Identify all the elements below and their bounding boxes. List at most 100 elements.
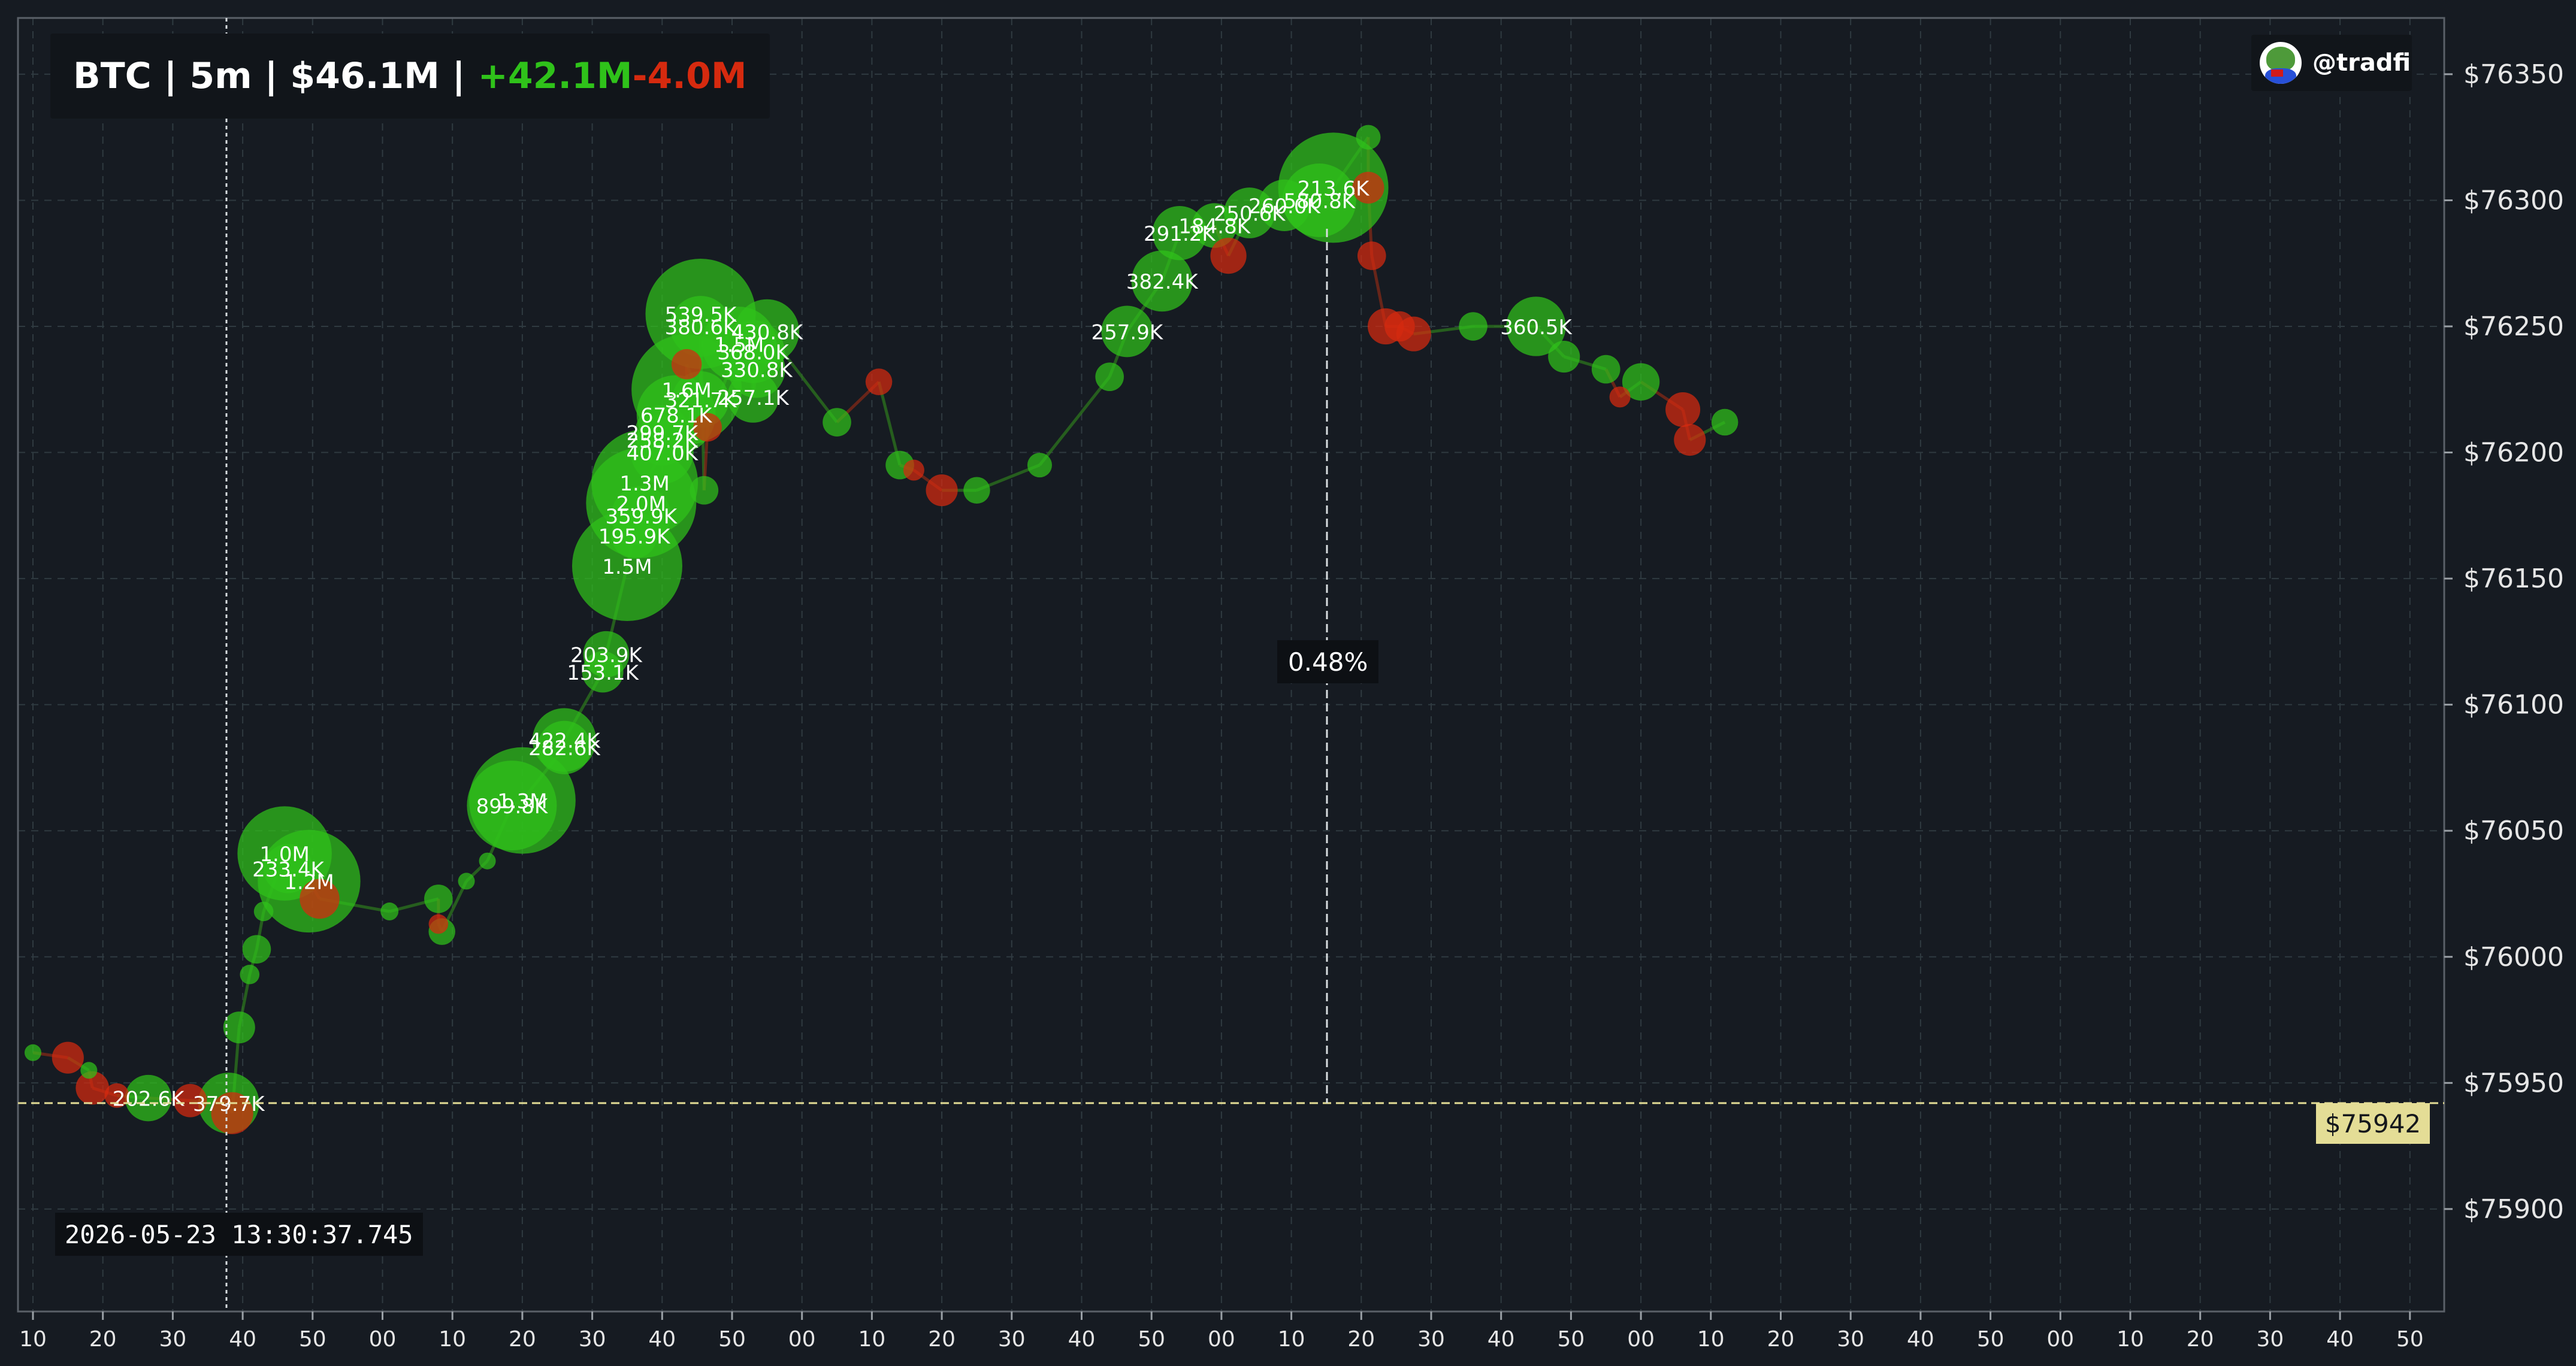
y-tick-label: $75950 bbox=[2463, 1068, 2564, 1098]
buy-trade-bubble bbox=[380, 902, 399, 920]
cursor-percent-change: 0.48% bbox=[1277, 640, 1379, 683]
bubble-size-label: 1.5M bbox=[602, 555, 652, 579]
y-tick-label: $76350 bbox=[2463, 59, 2564, 90]
cursor-timestamp: 2026-05-23 13:30:37.745 bbox=[55, 1213, 423, 1256]
x-tick-label: 00 bbox=[1208, 1327, 1235, 1352]
x-tick-label: 30 bbox=[2256, 1327, 2284, 1352]
x-tick-label: 40 bbox=[2326, 1327, 2354, 1352]
x-tick-label: 10 bbox=[2117, 1327, 2144, 1352]
y-tick-label: $76100 bbox=[2463, 690, 2564, 720]
x-tick-label: 10 bbox=[439, 1327, 466, 1352]
x-tick-label: 50 bbox=[1977, 1327, 2004, 1352]
x-tick-label: 10 bbox=[858, 1327, 885, 1352]
brand-badge[interactable]: @tradfi bbox=[2251, 35, 2412, 91]
x-tick-label: 50 bbox=[299, 1327, 326, 1352]
x-tick-label: 50 bbox=[1557, 1327, 1585, 1352]
buy-trade-bubble bbox=[823, 408, 851, 437]
title-interval: 5m bbox=[189, 55, 252, 97]
x-tick-label: 40 bbox=[1907, 1327, 1934, 1352]
bubble-size-label: 379.7K bbox=[193, 1092, 265, 1116]
y-axis: $75900 $75950 $76000 $76050 $76100 $76150 $762… bbox=[2444, 59, 2564, 1225]
x-tick-label: 00 bbox=[2046, 1327, 2074, 1352]
title-symbol: BTC bbox=[73, 55, 152, 97]
buy-trade-bubble bbox=[1711, 408, 1739, 436]
bubble-size-label: 257.1K bbox=[717, 386, 790, 410]
x-tick-label: 00 bbox=[369, 1327, 397, 1352]
buy-trade-bubble bbox=[1591, 355, 1620, 384]
buy-trade-bubble bbox=[690, 475, 719, 505]
x-axis: 10 20 30 40 50 00 10 20 30 40 50 00 10 20 30 40 50 00 10 20… bbox=[19, 1312, 2424, 1352]
sell-trade-bubble bbox=[865, 368, 893, 395]
x-tick-label: 50 bbox=[2396, 1327, 2424, 1352]
sell-trade-bubble bbox=[1384, 311, 1415, 342]
x-tick-label: 10 bbox=[1278, 1327, 1305, 1352]
sell-trade-bubble bbox=[1357, 241, 1386, 270]
brand-handle: @tradfi bbox=[2312, 49, 2411, 77]
buy-trade-bubble bbox=[223, 1011, 255, 1044]
x-tick-label: 40 bbox=[1068, 1327, 1096, 1352]
bubble-size-label: 430.8K bbox=[731, 320, 804, 344]
sell-trade-bubble bbox=[1674, 423, 1706, 456]
x-tick-label: 40 bbox=[1487, 1327, 1515, 1352]
x-tick-label: 30 bbox=[579, 1327, 606, 1352]
buy-trade-bubble bbox=[1459, 312, 1487, 341]
x-tick-label: 00 bbox=[788, 1327, 816, 1352]
buy-trade-bubble bbox=[458, 873, 475, 890]
x-tick-label: 10 bbox=[19, 1327, 47, 1352]
buy-trade-bubble bbox=[242, 935, 271, 964]
bubble-size-label: 203.9K bbox=[570, 643, 643, 667]
buy-trade-bubble bbox=[80, 1062, 98, 1079]
trail-segment bbox=[1038, 375, 1111, 467]
sell-trade-bubble bbox=[1210, 237, 1247, 274]
bubble-size-label: 213.6K bbox=[1298, 177, 1370, 201]
x-tick-label: 00 bbox=[1627, 1327, 1655, 1352]
bubble-size-label: 1.3M bbox=[497, 790, 547, 814]
x-tick-label: 10 bbox=[1697, 1327, 1725, 1352]
y-tick-label: $76300 bbox=[2463, 185, 2564, 216]
bubble-size-label: 1.3M bbox=[619, 472, 669, 496]
buy-trade-bubble bbox=[963, 477, 990, 504]
x-tick-label: 50 bbox=[718, 1327, 746, 1352]
bubble-size-label: 1.2M bbox=[284, 870, 334, 894]
trade-bubbles bbox=[25, 125, 1739, 1134]
buy-trade-bubble bbox=[424, 885, 453, 913]
sell-trade-bubble bbox=[428, 914, 449, 934]
bubble-size-label: 202.6K bbox=[113, 1088, 185, 1111]
bubble-size-label: 382.4K bbox=[1126, 270, 1199, 294]
bubble-size-label: 257.9K bbox=[1092, 320, 1164, 344]
bubble-size-label: 422.4K bbox=[528, 729, 601, 753]
buy-trade-bubble bbox=[1095, 362, 1124, 392]
sell-trade-bubble bbox=[671, 349, 702, 380]
buy-trade-bubble bbox=[253, 901, 274, 922]
y-tick-label: $76250 bbox=[2463, 311, 2564, 342]
title-sep-3: | bbox=[439, 55, 478, 97]
y-tick-label: $75900 bbox=[2463, 1194, 2564, 1225]
bubble-size-label: 360.5K bbox=[1500, 316, 1573, 340]
x-tick-label: 20 bbox=[1767, 1327, 1795, 1352]
cursor-price-tag: $75942 bbox=[2316, 1103, 2430, 1144]
title-sell-volume: -4.0M bbox=[632, 55, 747, 97]
x-tick-label: 40 bbox=[229, 1327, 256, 1352]
sell-trade-bubble bbox=[903, 459, 924, 481]
chart-title: BTC | 5m | $46.1M | +42.1M -4.0M bbox=[50, 34, 770, 119]
buy-trade-bubble bbox=[25, 1044, 41, 1061]
buy-trade-bubble bbox=[1548, 340, 1580, 373]
y-tick-label: $76000 bbox=[2463, 942, 2564, 973]
buy-trade-bubble bbox=[479, 852, 496, 870]
x-tick-label: 30 bbox=[159, 1327, 186, 1352]
x-tick-label: 40 bbox=[648, 1327, 676, 1352]
title-sep-2: | bbox=[252, 55, 291, 97]
sell-trade-bubble bbox=[1609, 386, 1631, 408]
bubble-size-label: 359.9K bbox=[605, 505, 678, 529]
sell-trade-bubble bbox=[1665, 392, 1701, 427]
x-tick-label: 20 bbox=[509, 1327, 536, 1352]
x-tick-label: 20 bbox=[1347, 1327, 1375, 1352]
title-volume: $46.1M bbox=[290, 55, 440, 97]
bubble-size-label: 330.8K bbox=[721, 359, 793, 383]
buy-trade-bubble bbox=[1356, 125, 1381, 150]
buy-trade-bubble bbox=[1027, 453, 1053, 478]
price-trail bbox=[32, 136, 1726, 1114]
x-tick-label: 30 bbox=[1837, 1327, 1864, 1352]
x-tick-label: 30 bbox=[998, 1327, 1026, 1352]
buy-trade-bubble bbox=[240, 964, 260, 985]
